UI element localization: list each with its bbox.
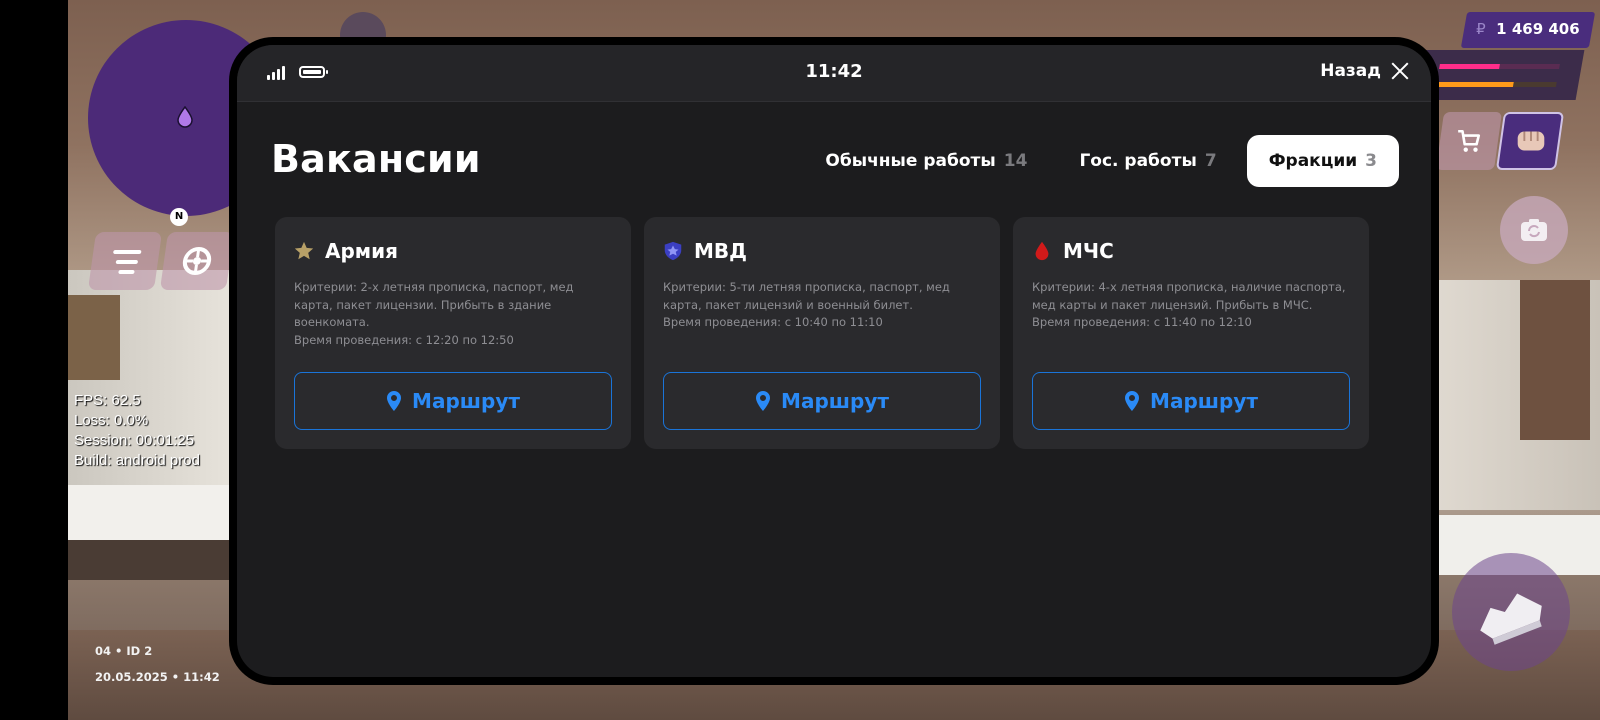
status-bar: 11:42 Назад xyxy=(237,45,1431,102)
criteria-text: Критерии: 4-х летняя прописка, наличие п… xyxy=(1032,280,1346,312)
card-description: Критерии: 5-ти летняя прописка, паспорт,… xyxy=(663,279,983,332)
card-title: МЧС xyxy=(1063,239,1114,263)
tab-label: Обычные работы xyxy=(825,151,996,171)
bed-frame-left xyxy=(68,540,238,580)
card-description: Критерии: 2-х летняя прописка, паспорт, … xyxy=(294,279,614,349)
location-pin-icon xyxy=(756,391,771,411)
tab-label: Фракции xyxy=(1268,151,1358,171)
category-tabs: Обычные работы 14 Гос. работы 7 Фракции … xyxy=(803,135,1399,187)
route-label: Маршрут xyxy=(412,389,520,413)
build-text: Build: android prod xyxy=(74,452,200,469)
money-amount: 1 469 406 xyxy=(1496,20,1581,38)
location-pin-icon xyxy=(1125,391,1140,411)
menu-icon xyxy=(118,270,135,274)
money-display: ₽ 1 469 406 xyxy=(1460,12,1596,48)
server-id: 04 • ID 2 xyxy=(95,644,153,658)
bed-left xyxy=(68,485,238,545)
location-pin-icon xyxy=(387,391,402,411)
cart-icon xyxy=(1458,129,1481,152)
blood-drop-icon xyxy=(1035,241,1049,261)
sprint-button[interactable] xyxy=(1452,553,1570,671)
menu-icon xyxy=(112,250,142,254)
server-info: 04 • ID 2 20.05.2025 • 11:42 xyxy=(95,638,220,690)
status-time: 11:42 xyxy=(805,61,863,82)
compass-north: N xyxy=(170,208,188,226)
date-time: 20.05.2025 • 11:42 xyxy=(95,670,220,684)
back-label: Назад xyxy=(1320,61,1381,81)
cabinet xyxy=(68,295,120,380)
card-header: МВД xyxy=(662,239,747,263)
route-button[interactable]: Маршрут xyxy=(663,372,981,430)
tab-gov-jobs[interactable]: Гос. работы 7 xyxy=(1057,135,1238,187)
vacancy-card-mvd: МВД Критерии: 5-ти летняя прописка, пасп… xyxy=(644,217,1000,449)
shop-button[interactable] xyxy=(1435,112,1503,170)
armor-fill xyxy=(1435,82,1514,87)
player-marker-icon xyxy=(177,106,193,128)
net-info: FPS: 62.5 Loss: 0.0% Session: 00:01:25 Buil… xyxy=(74,391,200,471)
card-title: МВД xyxy=(694,239,747,263)
camera-switch-button[interactable] xyxy=(1500,196,1568,264)
camera-rotate-icon xyxy=(1521,219,1547,241)
tab-count: 7 xyxy=(1204,151,1217,171)
tab-label: Гос. работы xyxy=(1079,151,1197,171)
criteria-text: Критерии: 2-х летняя прописка, паспорт, … xyxy=(294,280,574,329)
tab-count: 3 xyxy=(1365,151,1377,171)
route-button[interactable]: Маршрут xyxy=(294,372,612,430)
sneaker-icon xyxy=(1480,593,1542,645)
card-header: МЧС xyxy=(1031,239,1114,263)
schedule-text: Время проведения: с 12:20 по 12:50 xyxy=(294,332,514,347)
fps-text: FPS: 62.5 xyxy=(74,392,141,409)
menu-icon xyxy=(115,260,139,264)
tab-regular-jobs[interactable]: Обычные работы 14 xyxy=(803,135,1049,187)
fist-weapon-button[interactable] xyxy=(1495,112,1565,170)
status-bars xyxy=(1415,50,1585,100)
route-label: Маршрут xyxy=(1150,389,1258,413)
route-button[interactable]: Маршрут xyxy=(1032,372,1350,430)
wheel-icon xyxy=(182,247,212,275)
menu-button[interactable] xyxy=(87,232,163,290)
loss-text: Loss: 0.0% xyxy=(74,412,149,429)
card-description: Критерии: 4-х летняя прописка, наличие п… xyxy=(1032,279,1352,332)
armor-bar xyxy=(1435,82,1557,87)
vacancy-card-army: Армия Критерии: 2-х летняя прописка, пас… xyxy=(275,217,631,449)
session-text: Session: 00:01:25 xyxy=(74,432,195,449)
card-title: Армия xyxy=(325,239,398,263)
tab-factions[interactable]: Фракции 3 xyxy=(1246,135,1399,187)
health-fill xyxy=(1439,64,1500,69)
tab-count: 14 xyxy=(1003,151,1028,171)
wheel-button[interactable] xyxy=(159,232,235,290)
schedule-text: Время проведения: с 10:40 по 11:10 xyxy=(663,315,883,329)
police-shield-icon xyxy=(664,241,682,261)
route-label: Маршрут xyxy=(781,389,889,413)
schedule-text: Время проведения: с 11:40 по 12:10 xyxy=(1032,315,1252,329)
card-header: Армия xyxy=(293,239,398,263)
criteria-text: Критерии: 5-ти летняя прописка, паспорт,… xyxy=(663,280,950,312)
health-bar xyxy=(1439,64,1560,69)
ruble-icon: ₽ xyxy=(1476,20,1486,38)
page-title: Вакансии xyxy=(271,137,481,181)
vacancy-list: Армия Критерии: 2-х летняя прописка, пас… xyxy=(275,217,1369,449)
vacancy-card-mchs: МЧС Критерии: 4-х летняя прописка, налич… xyxy=(1013,217,1369,449)
star-icon xyxy=(294,241,314,260)
door-right xyxy=(1520,280,1590,440)
back-button[interactable]: Назад xyxy=(1320,61,1409,81)
fist-icon xyxy=(1517,131,1545,151)
phone-screen: 11:42 Назад Вакансии Обычные работы 14 Г… xyxy=(237,45,1431,677)
close-icon[interactable] xyxy=(1391,62,1409,80)
phone-frame: 11:42 Назад Вакансии Обычные работы 14 Г… xyxy=(229,37,1439,685)
